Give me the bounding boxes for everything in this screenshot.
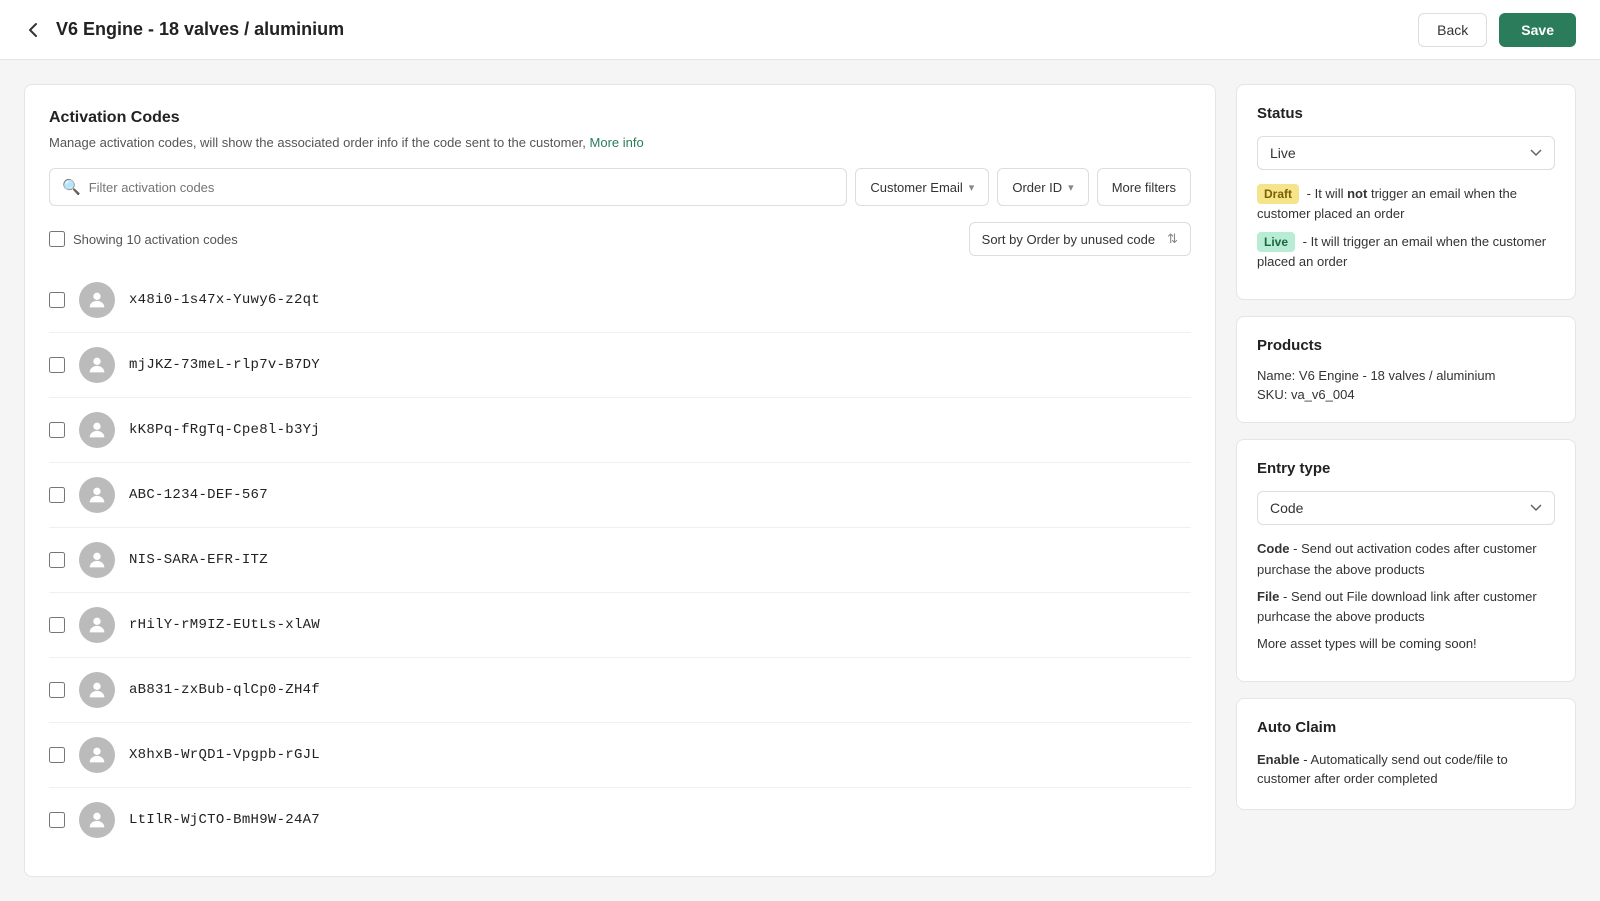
code-entry-note: Code - Send out activation codes after c… [1257,539,1555,581]
code-row: kK8Pq-fRgTq-Cpe8l-b3Yj [49,398,1191,463]
entry-type-title: Entry type [1257,460,1555,477]
page-title: V6 Engine - 18 valves / aluminium [56,19,1418,40]
back-button[interactable]: Back [1418,13,1487,47]
order-id-filter-button[interactable]: Order ID ▾ [997,168,1088,206]
sort-chevron-icon: ⇅ [1167,231,1178,247]
avatar [79,282,115,318]
code-row: NIS-SARA-EFR-ITZ [49,528,1191,593]
header-actions: Back Save [1418,13,1576,47]
coming-soon-note: More asset types will be coming soon! [1257,634,1555,655]
user-icon [86,419,108,441]
code-row: LtIlR-WjCTO-BmH9W-24A7 [49,788,1191,852]
user-icon [86,614,108,636]
filter-bar: 🔍 Customer Email ▾ Order ID ▾ More filte… [49,168,1191,206]
avatar [79,542,115,578]
live-badge: Live [1257,232,1295,252]
code-checkbox[interactable] [49,747,65,763]
code-row: aB831-zxBub-qlCp0-ZH4f [49,658,1191,723]
code-row: ABC-1234-DEF-567 [49,463,1191,528]
product-name: Name: V6 Engine - 18 valves / aluminium [1257,368,1555,383]
app-header: V6 Engine - 18 valves / aluminium Back S… [0,0,1600,60]
code-checkbox[interactable] [49,292,65,308]
avatar [79,737,115,773]
live-status-note: Live - It will trigger an email when the… [1257,232,1555,272]
showing-text: Showing 10 activation codes [49,231,238,247]
auto-claim-title: Auto Claim [1257,719,1555,736]
user-icon [86,679,108,701]
code-checkbox[interactable] [49,487,65,503]
code-value: ABC-1234-DEF-567 [129,487,268,503]
more-info-link[interactable]: More info [590,135,644,150]
avatar [79,477,115,513]
code-value: NIS-SARA-EFR-ITZ [129,552,268,568]
code-list: x48i0-1s47x-Yuwy6-z2qt mjJKZ-73meL-rlp7v… [49,268,1191,852]
chevron-down-icon: ▾ [969,181,975,194]
user-icon [86,549,108,571]
code-value: rHilY-rM9IZ-EUtLs-xlAW [129,617,320,633]
status-title: Status [1257,105,1555,122]
code-checkbox[interactable] [49,552,65,568]
search-input[interactable] [89,180,835,195]
main-layout: Activation Codes Manage activation codes… [0,60,1600,901]
user-icon [86,809,108,831]
arrow-left-icon [24,20,44,40]
avatar [79,802,115,838]
draft-status-note: Draft - It will not trigger an email whe… [1257,184,1555,224]
code-value: kK8Pq-fRgTq-Cpe8l-b3Yj [129,422,320,438]
user-icon [86,744,108,766]
auto-claim-card: Auto Claim Enable - Automatically send o… [1236,698,1576,810]
code-checkbox[interactable] [49,617,65,633]
save-button[interactable]: Save [1499,13,1576,47]
avatar [79,672,115,708]
code-checkbox[interactable] [49,357,65,373]
status-select[interactable]: Live Draft [1257,136,1555,170]
code-value: aB831-zxBub-qlCp0-ZH4f [129,682,320,698]
chevron-down-icon: ▾ [1068,181,1074,194]
right-panel: Status Live Draft Draft - It will not tr… [1236,84,1576,877]
file-entry-note: File - Send out File download link after… [1257,587,1555,629]
draft-badge: Draft [1257,184,1299,204]
code-row: mjJKZ-73meL-rlp7v-B7DY [49,333,1191,398]
select-all-checkbox[interactable] [49,231,65,247]
search-wrapper: 🔍 [49,168,847,206]
code-row: x48i0-1s47x-Yuwy6-z2qt [49,268,1191,333]
avatar [79,412,115,448]
user-icon [86,484,108,506]
panel-title: Activation Codes [49,109,1191,127]
products-card: Products Name: V6 Engine - 18 valves / a… [1236,316,1576,423]
code-row: rHilY-rM9IZ-EUtLs-xlAW [49,593,1191,658]
user-icon [86,354,108,376]
code-value: mjJKZ-73meL-rlp7v-B7DY [129,357,320,373]
panel-desc: Manage activation codes, will show the a… [49,135,1191,150]
code-checkbox[interactable] [49,422,65,438]
entry-type-select[interactable]: Code File [1257,491,1555,525]
user-icon [86,289,108,311]
auto-claim-note: Enable - Automatically send out code/fil… [1257,750,1555,789]
entry-type-card: Entry type Code File Code - Send out act… [1236,439,1576,682]
code-value: X8hxB-WrQD1-Vpgpb-rGJL [129,747,320,763]
code-checkbox[interactable] [49,682,65,698]
avatar [79,607,115,643]
code-checkbox[interactable] [49,812,65,828]
code-value: x48i0-1s47x-Yuwy6-z2qt [129,292,320,308]
avatar [79,347,115,383]
customer-email-filter-button[interactable]: Customer Email ▾ [855,168,989,206]
showing-bar: Showing 10 activation codes Sort by Orde… [49,222,1191,264]
search-icon: 🔍 [62,178,81,196]
code-value: LtIlR-WjCTO-BmH9W-24A7 [129,812,320,828]
product-sku: SKU: va_v6_004 [1257,387,1555,402]
more-filters-button[interactable]: More filters [1097,168,1191,206]
status-card: Status Live Draft Draft - It will not tr… [1236,84,1576,300]
left-panel: Activation Codes Manage activation codes… [24,84,1216,877]
back-arrow-button[interactable] [24,20,44,40]
products-title: Products [1257,337,1555,354]
code-row: X8hxB-WrQD1-Vpgpb-rGJL [49,723,1191,788]
sort-select[interactable]: Sort by Order by unused code ⇅ [969,222,1191,256]
